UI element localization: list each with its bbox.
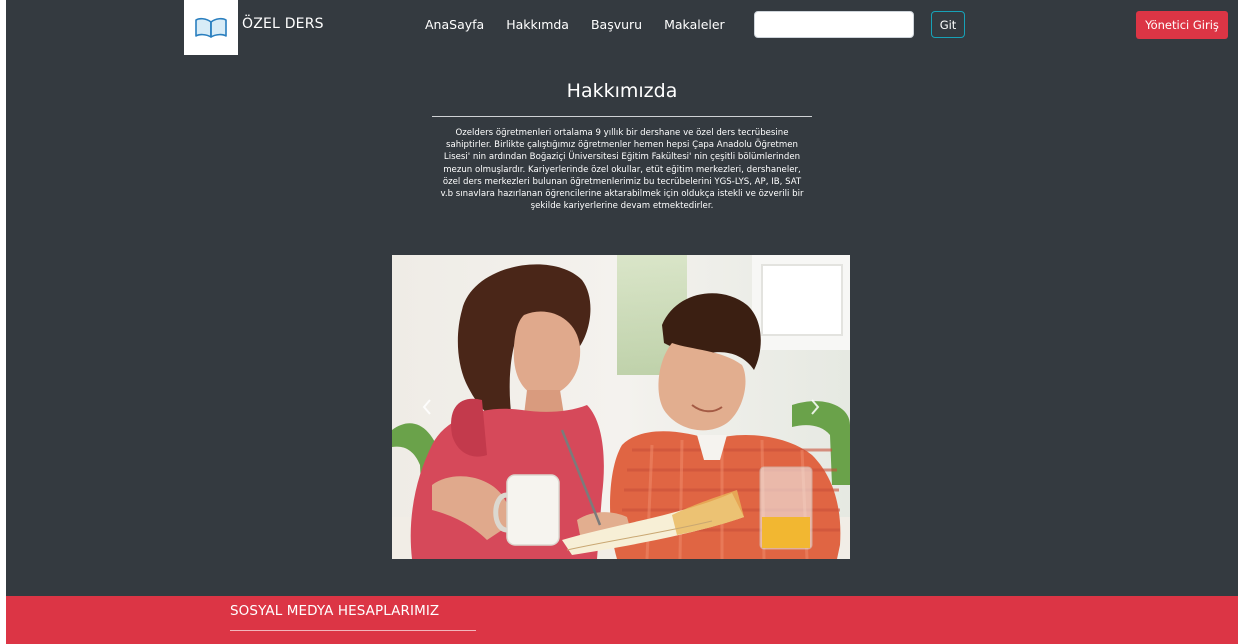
search-input[interactable]: [754, 11, 914, 38]
carousel-next-button[interactable]: [806, 395, 824, 419]
chevron-left-icon: [422, 399, 431, 415]
nav-item-hakkimda[interactable]: Hakkımda: [506, 17, 569, 32]
carousel-prev-button[interactable]: [418, 395, 436, 419]
about-title: Hakkımızda: [566, 80, 678, 102]
footer: SOSYAL MEDYA HESAPLARIMIZ: [6, 596, 1238, 644]
nav-item-makaleler[interactable]: Makaleler: [664, 17, 725, 32]
about-description: Ozelders öğretmenleri ortalama 9 yıllık …: [440, 128, 804, 212]
footer-divider: [230, 630, 476, 631]
chevron-right-icon: [811, 399, 820, 415]
title-divider: [432, 116, 812, 117]
brand-logo[interactable]: [184, 0, 238, 55]
main-nav: AnaSayfa Hakkımda Başvuru Makaleler: [425, 17, 747, 32]
open-book-icon: [195, 17, 227, 38]
image-carousel[interactable]: [392, 255, 850, 559]
carousel-photo: [392, 255, 850, 559]
admin-login-button[interactable]: Yönetici Giriş: [1136, 11, 1228, 39]
nav-item-basvuru[interactable]: Başvuru: [591, 17, 642, 32]
search-button[interactable]: Git: [931, 11, 965, 38]
page: ÖZEL DERS AnaSayfa Hakkımda Başvuru Maka…: [6, 0, 1238, 644]
brand-name[interactable]: ÖZEL DERS: [242, 16, 324, 32]
social-media-title: SOSYAL MEDYA HESAPLARIMIZ: [230, 603, 440, 619]
nav-item-anasayfa[interactable]: AnaSayfa: [425, 17, 484, 32]
